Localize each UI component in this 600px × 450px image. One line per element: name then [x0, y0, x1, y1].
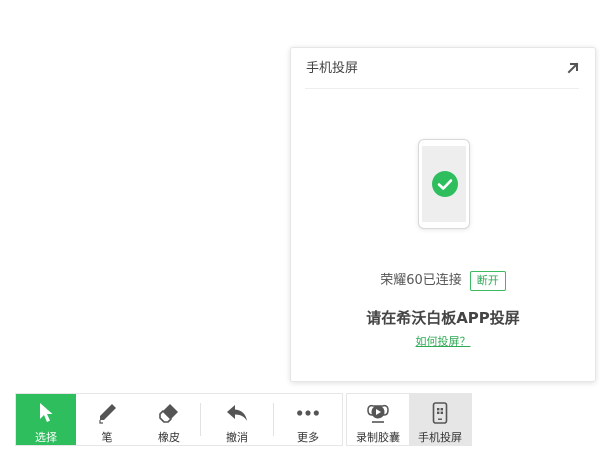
connection-status-row: 荣耀60已连接 断开 [291, 271, 595, 291]
phone-mirror-label: 手机投屏 [418, 431, 462, 444]
record-capsule-button[interactable]: 录制胶囊 [347, 394, 409, 445]
select-tool-button[interactable]: 选择 [16, 394, 76, 445]
eraser-tool-button[interactable]: 橡皮 [138, 394, 200, 445]
eraser-tool-label: 橡皮 [158, 431, 180, 444]
how-to-mirror-link[interactable]: 如何投屏？ [291, 335, 595, 349]
device-connected-text: 荣耀60已连接 [380, 273, 462, 288]
phone-screen [422, 146, 466, 222]
arrow-up-right-icon [567, 62, 579, 74]
disconnect-button[interactable]: 断开 [469, 271, 506, 291]
check-circle-icon [432, 171, 458, 197]
phone-illustration [418, 139, 470, 229]
pen-tool-button[interactable]: 笔 [76, 394, 138, 445]
ellipsis-icon [297, 410, 319, 416]
eraser-icon [159, 404, 178, 423]
more-label: 更多 [297, 431, 319, 444]
toolbar-group-media: 录制胶囊 手机投屏 [346, 393, 472, 446]
cursor-arrow-icon [40, 403, 53, 422]
panel-header: 手机投屏 [305, 48, 579, 89]
expand-button[interactable] [563, 58, 583, 78]
more-button[interactable]: 更多 [274, 394, 342, 445]
undo-arrow-icon [227, 405, 247, 421]
pen-tool-label: 笔 [101, 431, 113, 444]
record-capsule-label: 录制胶囊 [356, 431, 400, 444]
select-tool-label: 选择 [35, 431, 57, 444]
camera-capsule-icon [367, 404, 389, 423]
undo-button[interactable]: 撤消 [201, 394, 273, 445]
phone-mirror-button[interactable]: 手机投屏 [409, 394, 471, 445]
bottom-toolbar: 选择 笔 橡皮 撤消 更多 录制胶囊 手机投屏 [15, 393, 472, 446]
whiteboard-canvas[interactable]: 手机投屏 荣耀60已连接 断开 请在希沃白板APP投屏 如何投屏？ 选择 笔 橡… [0, 0, 600, 450]
phone-cast-icon [432, 402, 448, 424]
instruction-text: 请在希沃白板APP投屏 [366, 309, 520, 327]
phone-mirror-panel: 手机投屏 荣耀60已连接 断开 请在希沃白板APP投屏 如何投屏？ [290, 47, 596, 382]
undo-label: 撤消 [226, 431, 248, 444]
toolbar-group-main: 选择 笔 橡皮 撤消 更多 [15, 393, 343, 446]
pen-icon [99, 404, 116, 424]
panel-title: 手机投屏 [306, 61, 359, 76]
